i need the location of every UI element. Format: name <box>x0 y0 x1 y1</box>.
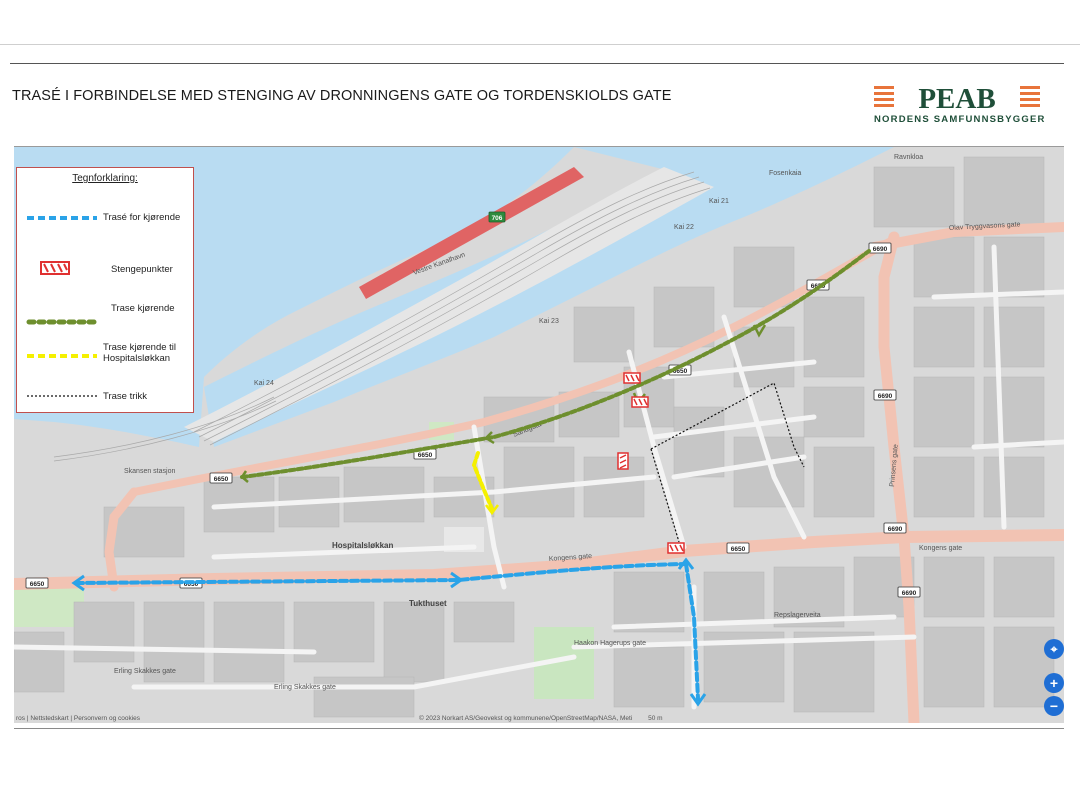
closure-barrier <box>623 372 641 384</box>
legend-label-yellow: Trase kjørende til Hospitalsløkkan <box>103 342 177 364</box>
park-area <box>14 587 84 627</box>
legend-swatch-blue <box>27 216 97 220</box>
slide-title: TRASÉ I FORBINDELSE MED STENGING AV DRON… <box>12 88 672 104</box>
map-attribution: © 2023 Norkart AS/Geovekst og kommunene/… <box>419 715 663 722</box>
legend-label-green: Trase kjørende <box>111 303 175 314</box>
logo-stripes-left <box>874 86 894 107</box>
road-shield: 6690 <box>873 389 897 401</box>
attribution-text: © 2023 Norkart AS/Geovekst og kommunene/… <box>419 715 633 722</box>
label-kongens-gate-east: Kongens gate <box>919 545 962 552</box>
legend-title: Tegnforklaring: <box>72 173 138 184</box>
legend-swatch-tram <box>27 395 97 397</box>
label-kai-21: Kai 21 <box>709 198 729 205</box>
scale-bar-label: 50 m <box>648 715 663 722</box>
map-panel[interactable]: Kongens gate Kongens gate Erling Skakkes… <box>14 146 1064 723</box>
label-kai-23: Kai 23 <box>539 318 559 325</box>
legend-swatch-yellow <box>27 354 97 358</box>
svg-text:6690: 6690 <box>878 393 893 400</box>
label-kai-22: Kai 22 <box>674 224 694 231</box>
label-erling-skakkes-2: Erling Skakkes gate <box>274 684 336 691</box>
label-haakon-hagerups: Haakon Hagerups gate <box>574 640 646 647</box>
svg-text:6650: 6650 <box>731 546 746 553</box>
label-tukthuset: Tukthuset <box>409 599 447 608</box>
bottom-rule <box>14 728 1064 729</box>
label-repslagerveita: Repslagerveita <box>774 612 821 619</box>
svg-text:6690: 6690 <box>888 526 903 533</box>
legend-label-tram: Trase trikk <box>103 391 147 402</box>
road-shield: 6690 <box>883 522 907 534</box>
road-shield: 706 <box>488 211 506 223</box>
locate-button[interactable]: ⌖ <box>1044 639 1064 659</box>
svg-text:6690: 6690 <box>902 590 917 597</box>
label-erling-skakkes: Erling Skakkes gate <box>114 668 176 675</box>
zoom-in-button[interactable]: + <box>1044 673 1064 693</box>
logo-tagline: NORDENS SAMFUNNSBYGGER <box>874 114 1046 125</box>
logo-wordmark: PEAB <box>918 84 995 115</box>
legend-swatch-green <box>26 319 99 325</box>
label-ravnkloa: Ravnkloa <box>894 154 923 161</box>
road-shield: 6650 <box>25 577 49 589</box>
header-rule <box>10 63 1064 64</box>
road-shield: 6650 <box>209 472 233 484</box>
legend-swatch-barrier <box>40 261 70 275</box>
closure-barrier <box>667 542 685 554</box>
legend-label-barrier: Stengepunkter <box>111 264 173 275</box>
label-hospitalslokkan: Hospitalsløkkan <box>332 541 393 550</box>
label-fosenkaia: Fosenkaia <box>769 170 801 177</box>
slide-top-rule <box>0 44 1080 45</box>
svg-text:6650: 6650 <box>418 452 433 459</box>
closure-barrier <box>617 452 629 470</box>
closure-barrier <box>631 396 649 408</box>
svg-text:6650: 6650 <box>214 476 229 483</box>
road-shield: 6690 <box>868 242 892 254</box>
road-shield: 6650 <box>726 542 750 554</box>
logo-stripes-right <box>1020 86 1040 107</box>
label-kai-24: Kai 24 <box>254 380 274 387</box>
svg-text:6650: 6650 <box>30 581 45 588</box>
legend-label-blue: Trasé for kjørende <box>103 212 181 223</box>
svg-text:706: 706 <box>492 215 503 222</box>
svg-text:6690: 6690 <box>873 246 888 253</box>
map-footer-links[interactable]: ros | Nettstedskart | Personvern og cook… <box>16 715 140 722</box>
zoom-out-button[interactable]: − <box>1044 696 1064 716</box>
label-skansen-stasjon: Skansen stasjon <box>124 468 175 475</box>
road-shield: 6690 <box>897 586 921 598</box>
map-legend: Tegnforklaring: Trasé for kjørende Steng… <box>16 167 194 413</box>
